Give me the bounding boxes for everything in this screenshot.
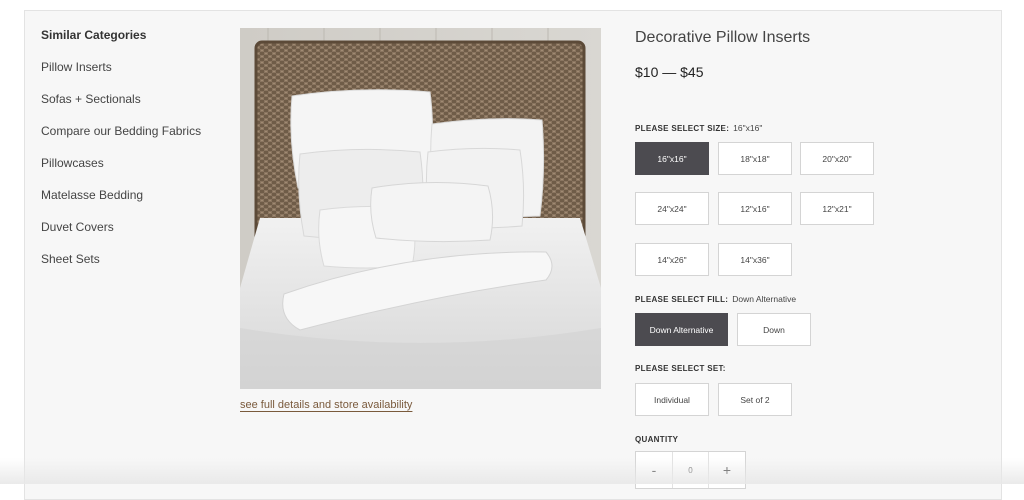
fill-option-down-alternative[interactable]: Down Alternative [635,313,728,346]
price-range: $10 — $45 [635,64,704,80]
quantity-increment-button[interactable]: + [709,452,745,488]
sidebar-item-duvet-covers[interactable]: Duvet Covers [41,220,231,234]
size-selected-value: 16"x16" [733,123,763,133]
set-label-text: PLEASE SELECT SET: [635,364,726,373]
set-label: PLEASE SELECT SET: [635,364,726,373]
size-option-18x18[interactable]: 18"x18" [718,142,792,175]
size-option-16x16[interactable]: 16"x16" [635,142,709,175]
fill-option-down[interactable]: Down [737,313,811,346]
quantity-value[interactable]: 0 [672,452,709,488]
set-option-individual[interactable]: Individual [635,383,709,416]
quantity-label: QUANTITY [635,435,679,444]
sidebar-item-pillow-inserts[interactable]: Pillow Inserts [41,60,231,74]
pillow-bed-illustration [240,28,601,389]
size-option-12x16[interactable]: 12"x16" [718,192,792,225]
similar-categories-sidebar: Similar Categories Pillow Inserts Sofas … [41,28,231,284]
sidebar-title: Similar Categories [41,28,147,42]
size-option-20x20[interactable]: 20"x20" [800,142,874,175]
sidebar-item-pillowcases[interactable]: Pillowcases [41,156,231,170]
fill-label-text: PLEASE SELECT FILL: [635,295,729,304]
full-details-link[interactable]: see full details and store availability [240,399,412,411]
size-option-14x36[interactable]: 14"x36" [718,243,792,276]
sidebar-item-sheet-sets[interactable]: Sheet Sets [41,252,231,266]
sidebar-item-compare-bedding-fabrics[interactable]: Compare our Bedding Fabrics [41,124,231,138]
size-option-14x26[interactable]: 14"x26" [635,243,709,276]
product-title: Decorative Pillow Inserts [635,29,811,46]
sidebar-item-sofas-sectionals[interactable]: Sofas + Sectionals [41,92,231,106]
quantity-stepper: - 0 + [635,451,746,489]
sidebar-item-matelasse-bedding[interactable]: Matelasse Bedding [41,188,231,202]
fill-selected-value: Down Alternative [732,294,797,304]
fill-label: PLEASE SELECT FILL: Down Alternative [635,294,796,304]
size-label: PLEASE SELECT SIZE: 16"x16" [635,123,762,133]
set-option-set-of-2[interactable]: Set of 2 [718,383,792,416]
size-option-24x24[interactable]: 24"x24" [635,192,709,225]
size-option-12x21[interactable]: 12"x21" [800,192,874,225]
product-image[interactable] [240,28,601,389]
quantity-decrement-button[interactable]: - [636,452,672,488]
size-label-text: PLEASE SELECT SIZE: [635,124,730,133]
